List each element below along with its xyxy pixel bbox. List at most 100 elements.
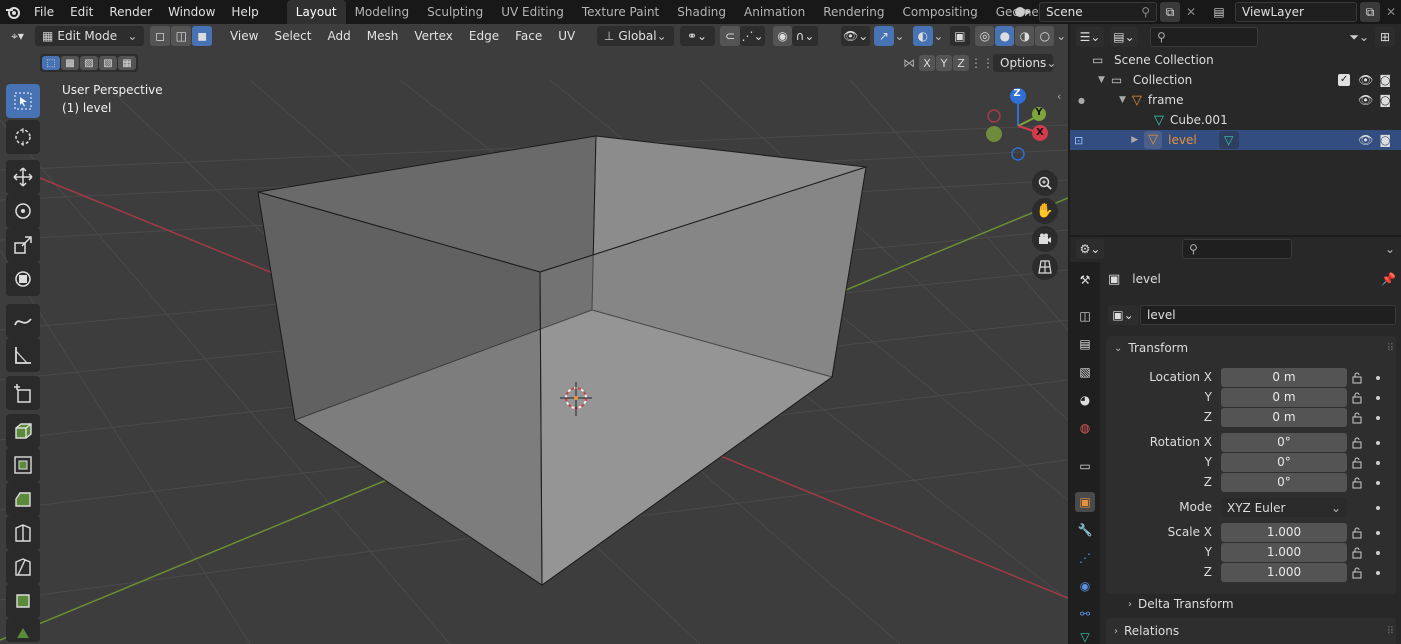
knife-tool-icon[interactable] [6, 550, 40, 584]
view-layer-field[interactable]: ViewLayer [1235, 2, 1357, 22]
lock-icon[interactable] [1352, 457, 1364, 469]
expand-arrow-icon[interactable]: ▼ [1119, 95, 1126, 105]
options-dropdown[interactable]: Options ⌄ [993, 54, 1056, 72]
rotation-y-field[interactable]: 0° [1221, 453, 1347, 472]
modifier-tab-icon[interactable]: 🔧 [1075, 520, 1095, 540]
menu-view[interactable]: View [222, 24, 266, 48]
lock-icon[interactable] [1352, 412, 1364, 424]
select-intersect-icon[interactable]: ▦ [118, 56, 136, 70]
lock-icon[interactable] [1352, 527, 1364, 539]
close-scene-icon[interactable]: ✕ [1183, 5, 1199, 19]
eye-icon[interactable]: 👁 [1358, 73, 1373, 87]
close-view-layer-icon[interactable]: ✕ [1383, 5, 1399, 19]
keyframe-dot-icon[interactable] [1376, 461, 1380, 465]
perspective-toggle-icon[interactable] [1032, 254, 1058, 280]
mirror-z-button[interactable]: Z [953, 55, 969, 71]
lock-icon[interactable] [1352, 392, 1364, 404]
cursor-tool-icon[interactable] [6, 120, 40, 154]
orientation-dropdown[interactable]: ⊥ Global ⌄ [596, 26, 674, 46]
xray-icon[interactable]: ▣ [950, 26, 970, 46]
camera-icon[interactable]: ◙ [1379, 73, 1391, 87]
extrude-tool-icon[interactable] [6, 414, 40, 448]
eye-icon[interactable]: 👁 [1358, 93, 1373, 107]
rendered-shading-icon[interactable]: ○ [1035, 26, 1055, 46]
poly-build-tool-icon[interactable] [6, 584, 40, 618]
keyframe-dot-icon[interactable] [1376, 416, 1380, 420]
tool-tab-icon[interactable]: ⚒ [1075, 270, 1095, 290]
bevel-tool-icon[interactable] [6, 482, 40, 516]
chevron-down-icon[interactable]: ⌄ [933, 29, 945, 43]
rotation-x-field[interactable]: 0° [1221, 433, 1347, 452]
keyframe-dot-icon[interactable] [1376, 551, 1380, 555]
menu-select[interactable]: Select [266, 24, 319, 48]
object-browse-icon[interactable]: ▣⌄ [1108, 305, 1138, 325]
spin-tool-icon[interactable] [6, 618, 40, 642]
lock-icon[interactable] [1352, 547, 1364, 559]
snap-settings-icon[interactable]: ⋰⌄ [739, 26, 766, 46]
tab-compositing[interactable]: Compositing [893, 0, 986, 24]
scene-name-field[interactable]: Scene ⚲ [1039, 2, 1157, 22]
lock-icon[interactable] [1352, 567, 1364, 579]
edge-select-icon[interactable]: ◫ [171, 26, 192, 46]
lock-icon[interactable] [1352, 437, 1364, 449]
lock-icon[interactable] [1352, 477, 1364, 489]
pan-hand-icon[interactable]: ✋ [1032, 198, 1058, 224]
particles-tab-icon[interactable]: ⋰ [1075, 548, 1095, 568]
scale-x-field[interactable]: 1.000 [1221, 523, 1347, 542]
measure-tool-icon[interactable] [6, 338, 40, 372]
outliner-row-frame[interactable]: ● ▼ ▽ frame 👁 ◙ [1070, 90, 1401, 110]
mesh-data-icon[interactable]: ▽ [1218, 131, 1239, 149]
camera-icon[interactable]: ◙ [1379, 133, 1391, 147]
scene-icon[interactable] [1010, 2, 1036, 22]
rotate-tool-icon[interactable] [6, 194, 40, 228]
keyframe-dot-icon[interactable] [1376, 481, 1380, 485]
3d-viewport[interactable]: Z Y X ✋ User Perspective (1) level [0, 24, 1068, 644]
mirror-y-button[interactable]: Y [936, 55, 952, 71]
physics-tab-icon[interactable]: ◉ [1075, 576, 1095, 596]
select-subtract-icon[interactable]: ▨ [80, 56, 98, 70]
constraints-tab-icon[interactable]: ⚯ [1075, 604, 1095, 624]
editor-type-icon[interactable]: ⌖▾ [0, 29, 35, 44]
menu-help[interactable]: Help [223, 0, 266, 24]
menu-add[interactable]: Add [319, 24, 358, 48]
keyframe-dot-icon[interactable] [1376, 441, 1380, 445]
menu-edge[interactable]: Edge [461, 24, 507, 48]
location-y-field[interactable]: 0 m [1221, 388, 1347, 407]
exclude-checkbox[interactable]: ✓ [1338, 74, 1351, 86]
view-layer-tab-icon[interactable]: ▧ [1075, 362, 1095, 382]
properties-search-input[interactable]: ⚲ [1182, 239, 1292, 259]
display-mode-icon[interactable]: ▤⌄ [1110, 27, 1138, 47]
tab-uv-editing[interactable]: UV Editing [492, 0, 573, 24]
tab-texture-paint[interactable]: Texture Paint [573, 0, 668, 24]
select-box-tool-icon[interactable] [6, 84, 40, 118]
outliner-editor-icon[interactable]: ☰⌄ [1076, 27, 1104, 47]
menu-mesh[interactable]: Mesh [359, 24, 407, 48]
chevron-down-icon[interactable]: ⌄ [894, 29, 906, 43]
view-layer-icon[interactable]: ▤ [1206, 2, 1232, 22]
outliner-row-collection[interactable]: ▼ ▭ Collection ✓ 👁 ◙ [1070, 70, 1401, 90]
sidebar-toggle-icon[interactable]: ‹ [1057, 90, 1061, 103]
scale-tool-icon[interactable] [6, 228, 40, 262]
loop-cut-tool-icon[interactable] [6, 516, 40, 550]
annotate-tool-icon[interactable] [6, 304, 40, 338]
relations-header[interactable]: › Relations ⠿ [1114, 623, 1394, 639]
outliner-row-cube001[interactable]: ▽ Cube.001 [1070, 110, 1401, 130]
inset-tool-icon[interactable] [6, 448, 40, 482]
tab-modeling[interactable]: Modeling [346, 0, 419, 24]
solid-shading-icon[interactable]: ● [995, 26, 1015, 46]
keyframe-dot-icon[interactable] [1376, 396, 1380, 400]
location-z-field[interactable]: 0 m [1221, 408, 1347, 427]
tab-layout[interactable]: Layout [286, 0, 346, 24]
material-shading-icon[interactable]: ◑ [1015, 26, 1035, 46]
blender-logo-icon[interactable] [0, 4, 26, 20]
menu-uv[interactable]: UV [550, 24, 583, 48]
pin-icon[interactable]: 📌 [1381, 272, 1396, 286]
menu-render[interactable]: Render [101, 0, 160, 24]
tab-sculpting[interactable]: Sculpting [418, 0, 492, 24]
new-scene-icon[interactable]: ⧉ [1160, 2, 1180, 22]
keyframe-dot-icon[interactable] [1376, 376, 1380, 380]
tab-rendering[interactable]: Rendering [814, 0, 893, 24]
data-tab-icon[interactable]: ▽ [1075, 630, 1095, 644]
menu-file[interactable]: File [26, 0, 62, 24]
keyframe-dot-icon[interactable] [1376, 506, 1380, 510]
